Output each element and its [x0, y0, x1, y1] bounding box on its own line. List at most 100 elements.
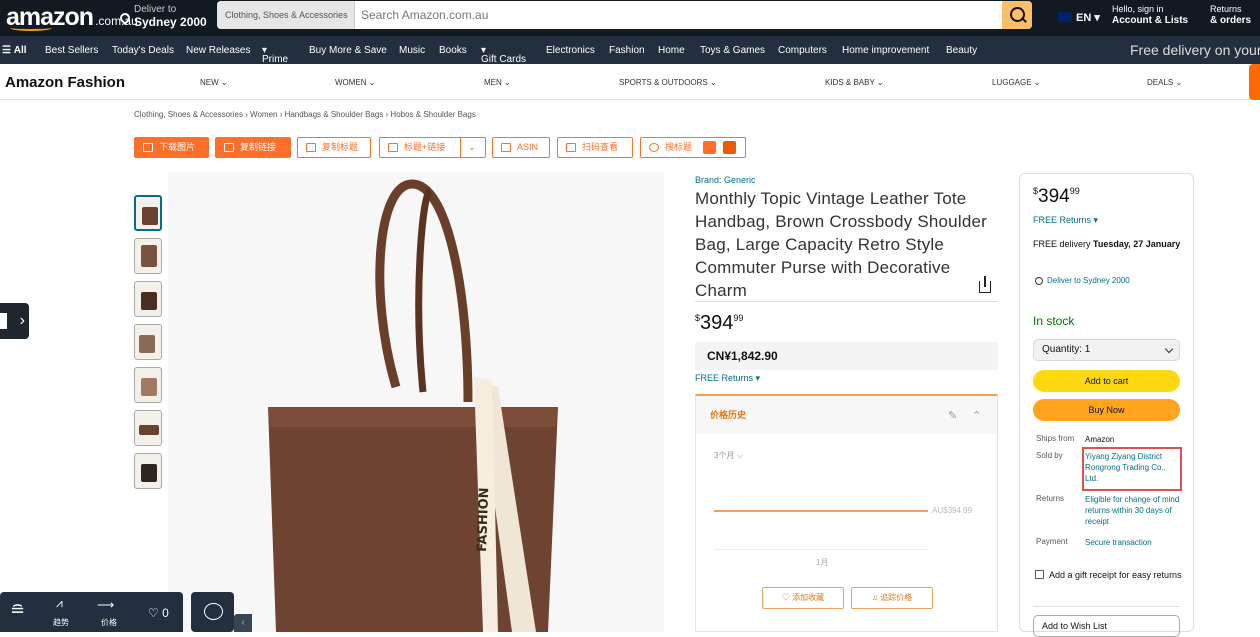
ships-from-value: Amazon	[1085, 435, 1115, 444]
scan-qr-button[interactable]: 扫码查看	[557, 137, 633, 158]
add-to-wishlist-button[interactable]: Add to Wish List	[1033, 615, 1180, 637]
nav-home[interactable]: Home	[658, 45, 685, 56]
document-icon	[388, 143, 398, 152]
fashion-subnav: Amazon Fashion NEW ⌄ WOMEN ⌄ MEN ⌄ SPORT…	[0, 64, 1260, 100]
price-label[interactable]: 价格	[101, 617, 117, 628]
deliver-label: Deliver to	[134, 4, 177, 15]
gift-receipt-checkbox[interactable]: Add a gift receipt for easy returns	[1035, 568, 1185, 582]
share-icon[interactable]	[979, 276, 991, 293]
stock-status: In stock	[1033, 314, 1075, 328]
nav-gift-cards[interactable]: Gift Cards ▾	[481, 45, 526, 65]
download-images-button[interactable]: 下载图片	[134, 137, 209, 158]
checkbox[interactable]	[1035, 570, 1044, 579]
nav-fashion[interactable]: Fashion	[609, 45, 645, 56]
sold-by-link[interactable]: Yiyang Ziyang District Rongrong Trading …	[1085, 451, 1180, 484]
link-icon	[224, 143, 234, 152]
tote-bag-image: FASHION	[268, 179, 558, 632]
deliver-to-link[interactable]: Deliver to Sydney 2000	[1047, 275, 1157, 287]
search-icon	[649, 143, 659, 152]
free-delivery-promo[interactable]: Free delivery on your	[1130, 42, 1260, 58]
nav-best-sellers[interactable]: Best Sellers	[45, 45, 98, 56]
returns-label: Returns	[1036, 494, 1065, 503]
add-favorite-button[interactable]: ♡ 添加收藏	[762, 587, 844, 609]
main-product-image[interactable]: FASHION	[168, 172, 664, 632]
thumbnail[interactable]	[134, 195, 162, 231]
returns-orders[interactable]: Returns & orders	[1210, 4, 1251, 26]
cny-price: CN¥1,842.90	[695, 342, 998, 370]
nav-music[interactable]: Music	[399, 45, 425, 56]
subnav-women[interactable]: WOMEN ⌄	[335, 78, 376, 87]
language-selector[interactable]: EN ▾	[1058, 11, 1100, 24]
collapse-up-icon[interactable]: ⌃	[972, 409, 981, 422]
search-category-label: Clothing, Shoes & Accessories	[225, 10, 348, 20]
thumbnail[interactable]	[134, 453, 162, 489]
search-title-button[interactable]: 搜标题	[640, 137, 746, 158]
search-category-select[interactable]: Clothing, Shoes & Accessories ▾	[217, 1, 355, 29]
trend-label[interactable]: 趋势	[53, 617, 69, 628]
copy-link-button[interactable]: 复制链接	[215, 137, 291, 158]
nav-todays-deals[interactable]: Today's Deals	[112, 45, 174, 56]
nav-electronics[interactable]: Electronics	[546, 45, 595, 56]
copy-title-button[interactable]: 复制标题	[297, 137, 371, 158]
product-title: Monthly Topic Vintage Leather Tote Handb…	[695, 189, 987, 300]
nav-beauty[interactable]: Beauty	[946, 45, 977, 56]
thumbnail[interactable]	[134, 410, 162, 446]
free-returns-link[interactable]: FREE Returns ▾	[695, 373, 760, 384]
subnav-new[interactable]: NEW ⌄	[200, 78, 228, 87]
edit-icon[interactable]: ✎	[948, 409, 957, 422]
search-button[interactable]	[1002, 1, 1032, 29]
side-tab[interactable]	[1249, 64, 1260, 100]
thumbnail[interactable]	[134, 281, 162, 317]
title-link-button[interactable]: 标题+链接 ⌄	[379, 137, 486, 158]
nav-buy-more-save[interactable]: Buy More & Save	[309, 45, 387, 56]
ships-from-label: Ships from	[1036, 434, 1075, 443]
nav-computers[interactable]: Computers	[778, 45, 827, 56]
flag-icon	[1058, 12, 1072, 22]
delivery-info: FREE delivery Tuesday, 27 January	[1033, 239, 1181, 249]
asin-button[interactable]: ASIN	[492, 137, 550, 158]
thumbnail[interactable]	[134, 367, 162, 403]
add-to-cart-button[interactable]: Add to cart	[1033, 370, 1180, 392]
image-icon	[143, 143, 153, 152]
main-nav: ☰ All Best Sellers Today's Deals New Rel…	[0, 36, 1260, 65]
thumbnail[interactable]	[134, 324, 162, 360]
track-price-button[interactable]: ♫ 追踪价格	[851, 587, 933, 609]
returns-policy-link[interactable]: Eligible for change of mind returns with…	[1085, 494, 1180, 527]
favorites-count[interactable]: ♡ 0	[148, 606, 169, 620]
payment-label: Payment	[1036, 537, 1068, 546]
collapse-left-icon[interactable]: ‹	[234, 614, 252, 632]
bottom-extension-bar: ≘ ⩘ 趋势 ⟶ 价格 ♡ 0	[0, 592, 183, 632]
nav-home-improvement[interactable]: Home improvement	[842, 45, 929, 56]
chat-bubble-icon[interactable]	[191, 592, 234, 632]
thumbnail[interactable]	[134, 238, 162, 274]
payment-link[interactable]: Secure transaction	[1085, 537, 1180, 548]
document-icon	[306, 143, 316, 152]
nav-all[interactable]: ☰ All	[2, 45, 27, 56]
nav-new-releases[interactable]: New Releases	[186, 45, 250, 56]
subnav-sports[interactable]: SPORTS & OUTDOORS ⌄	[619, 78, 717, 87]
sold-by-label: Sold by	[1036, 451, 1063, 460]
subnav-kids[interactable]: KIDS & BABY ⌄	[825, 78, 884, 87]
account-greeting: Hello, sign in	[1112, 4, 1164, 14]
search-input[interactable]: Search Amazon.com.au	[361, 1, 488, 29]
quantity-select[interactable]: Quantity: 1	[1033, 339, 1180, 361]
nav-prime[interactable]: Prime ▾	[262, 45, 288, 65]
product-brand[interactable]: Brand: Generic	[695, 175, 756, 185]
deliver-to[interactable]: Deliver to Sydney 2000	[134, 4, 207, 29]
x-axis	[714, 549, 928, 550]
svg-text:FASHION: FASHION	[475, 487, 492, 552]
layers-icon[interactable]: ≘	[10, 600, 25, 621]
nav-toys-games[interactable]: Toys & Games	[700, 45, 765, 56]
account-menu[interactable]: Hello, sign in Account & Lists	[1112, 4, 1188, 26]
subnav-luggage[interactable]: LUGGAGE ⌄	[992, 78, 1041, 87]
range-select[interactable]: 3个月 ⌵	[714, 450, 743, 461]
nav-books[interactable]: Books	[439, 45, 467, 56]
buy-now-button[interactable]: Buy Now	[1033, 399, 1180, 421]
subnav-deals[interactable]: DEALS ⌄	[1147, 78, 1182, 87]
buybox-free-returns[interactable]: FREE Returns ▾	[1033, 215, 1098, 226]
side-panel-toggle[interactable]: ›	[0, 303, 29, 339]
subnav-men[interactable]: MEN ⌄	[484, 78, 511, 87]
buy-box: $39499 FREE Returns ▾ FREE delivery Tues…	[1019, 173, 1194, 637]
fashion-brand[interactable]: Amazon Fashion	[5, 74, 125, 91]
breadcrumb[interactable]: Clothing, Shoes & Accessories › Women › …	[134, 110, 476, 119]
